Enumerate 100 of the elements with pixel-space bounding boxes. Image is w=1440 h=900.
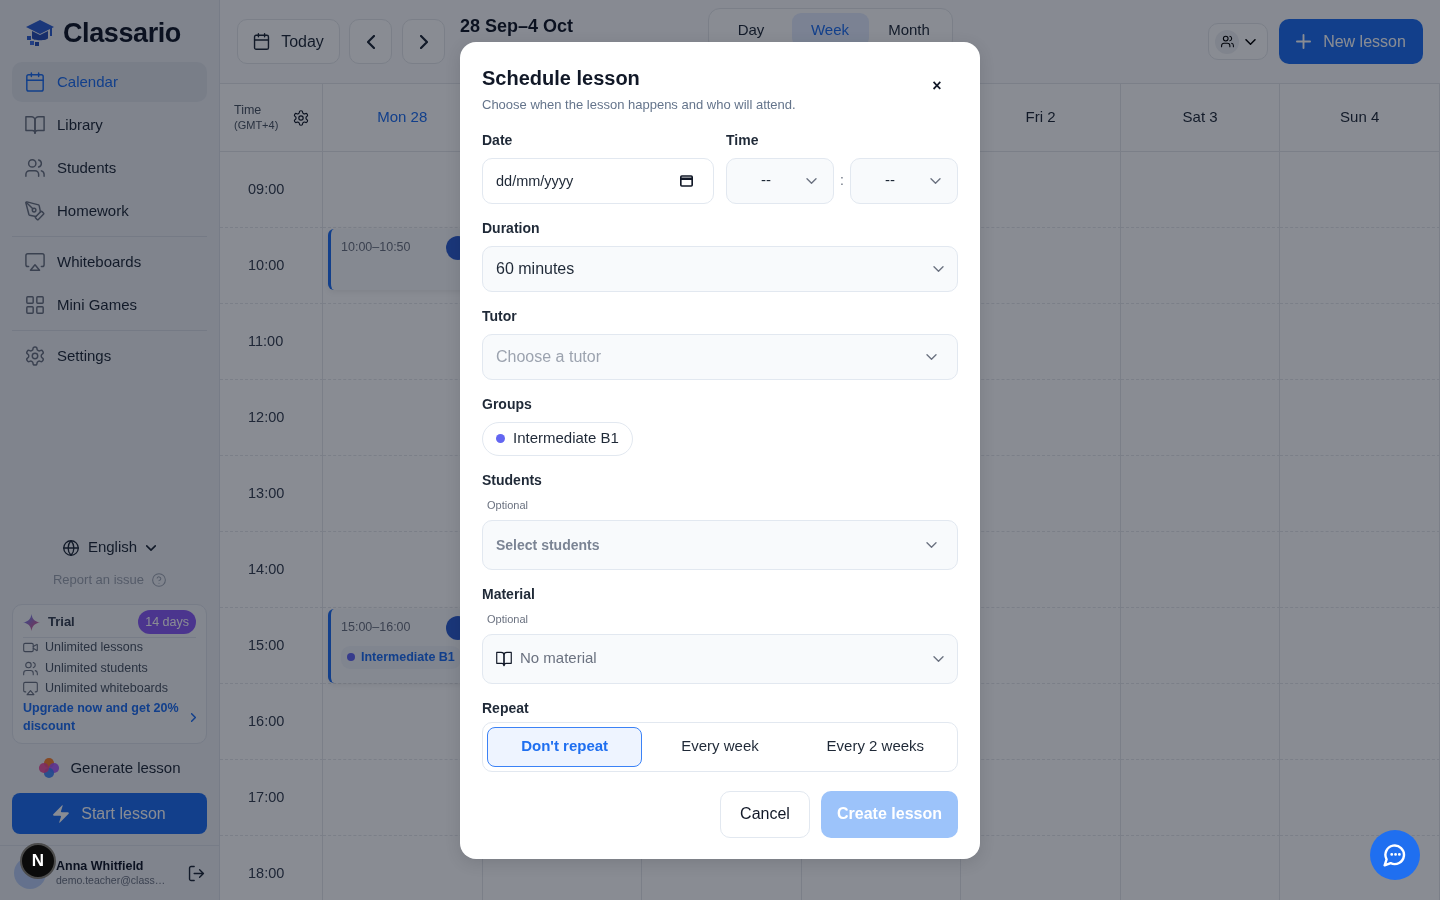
dialog-subtitle: Choose when the lesson happens and who will attend. bbox=[482, 95, 797, 114]
settings-icon bbox=[293, 109, 309, 126]
screen-icon bbox=[25, 252, 45, 272]
field-label: Time bbox=[726, 130, 760, 149]
sidebar-item[interactable]: Library bbox=[12, 105, 207, 145]
close-button[interactable]: × bbox=[929, 76, 945, 95]
view-tab[interactable]: Month bbox=[870, 13, 948, 47]
book-icon bbox=[496, 650, 512, 667]
field-label: Date bbox=[482, 130, 514, 149]
group-name: Intermediate B1 bbox=[361, 648, 455, 666]
users-icon bbox=[23, 660, 38, 676]
hour-label: 15:00 bbox=[248, 635, 285, 655]
chevron-down-icon bbox=[926, 541, 937, 548]
tutor-select[interactable]: Choose a tutor bbox=[482, 333, 958, 380]
event-time: 10:00–10:50 bbox=[341, 239, 411, 256]
previous-button[interactable] bbox=[349, 19, 392, 64]
chevron-left-icon bbox=[366, 34, 375, 49]
hour-label: 16:00 bbox=[248, 711, 285, 731]
day-header: Fri 2 bbox=[1025, 107, 1056, 128]
chevron-down-icon bbox=[806, 177, 817, 184]
book-icon bbox=[25, 115, 45, 135]
chat-icon bbox=[1383, 843, 1407, 867]
date-range-title: 28 Sep–4 Oct bbox=[460, 16, 574, 37]
users-icon bbox=[1220, 35, 1234, 48]
calendar-icon bbox=[253, 33, 271, 50]
day-header: Sun 4 bbox=[1340, 107, 1380, 128]
generate-lesson-button[interactable]: Generate lesson bbox=[38, 756, 181, 780]
start-lesson-button[interactable]: Start lesson bbox=[12, 793, 207, 834]
chevron-down-icon bbox=[930, 177, 941, 184]
hour-select[interactable]: -- bbox=[726, 157, 834, 204]
dialog-title: Schedule lesson bbox=[482, 65, 641, 90]
field-label: Tutor bbox=[482, 306, 518, 325]
feature-text: Unlimited whiteboards bbox=[45, 680, 168, 698]
globe-icon bbox=[62, 539, 79, 556]
plus-icon bbox=[1296, 34, 1312, 49]
time-separator: : bbox=[839, 171, 845, 190]
group-chip[interactable]: Intermediate B1 bbox=[482, 421, 633, 456]
calendar-icon bbox=[680, 174, 693, 187]
chevron-right-icon bbox=[419, 34, 428, 49]
day-header: Mon 28 bbox=[377, 107, 428, 128]
repeat-option[interactable]: Every week bbox=[642, 726, 798, 767]
participants-filter-button[interactable] bbox=[1208, 23, 1268, 60]
minute-select[interactable]: -- bbox=[850, 157, 958, 204]
logout-button[interactable] bbox=[188, 864, 205, 882]
repeat-option[interactable]: Don't repeat bbox=[487, 726, 643, 767]
hour-label: 18:00 bbox=[248, 863, 285, 883]
field-label: Repeat bbox=[482, 698, 530, 717]
feature-text: Unlimited students bbox=[45, 659, 148, 677]
upgrade-link[interactable]: Upgrade now and get 20% discount bbox=[23, 699, 196, 735]
calendar-icon bbox=[25, 72, 45, 92]
field-label: Students bbox=[482, 470, 543, 489]
hour-label: 17:00 bbox=[248, 787, 285, 807]
new-lesson-button[interactable]: New lesson bbox=[1279, 19, 1423, 64]
next-button[interactable] bbox=[402, 19, 445, 64]
help-icon bbox=[152, 572, 167, 587]
hour-label: 14:00 bbox=[248, 559, 285, 579]
lightning-icon bbox=[53, 804, 70, 823]
screen-icon bbox=[23, 681, 38, 697]
chevron-down-icon bbox=[926, 353, 937, 360]
sidebar-item[interactable]: Calendar bbox=[12, 62, 207, 102]
language-selector[interactable]: English bbox=[62, 536, 157, 559]
date-field[interactable]: dd/mm/yyyy bbox=[482, 157, 714, 204]
view-tab[interactable]: Day bbox=[712, 13, 790, 47]
grid-icon bbox=[25, 295, 45, 315]
sidebar-item[interactable]: Settings bbox=[12, 336, 207, 376]
pen-nib-icon bbox=[25, 201, 45, 221]
cancel-button[interactable]: Cancel bbox=[720, 790, 810, 838]
sidebar-item[interactable]: Homework bbox=[12, 191, 207, 231]
material-select[interactable]: No material bbox=[482, 633, 958, 684]
today-button[interactable]: Today bbox=[237, 19, 340, 64]
chevron-down-icon bbox=[146, 544, 157, 551]
users-icon bbox=[25, 158, 45, 178]
hour-label: 10:00 bbox=[248, 255, 285, 275]
hour-label: 11:00 bbox=[248, 331, 284, 351]
chevron-right-icon bbox=[191, 712, 196, 722]
user-name: Anna Whitfield bbox=[56, 858, 145, 875]
flower-icon bbox=[38, 757, 61, 779]
graduation-cap-icon bbox=[25, 19, 55, 47]
hour-label: 09:00 bbox=[248, 179, 285, 199]
avatar-icon bbox=[445, 236, 460, 260]
students-select[interactable]: Select students bbox=[482, 519, 958, 570]
feature-text: Unlimited lessons bbox=[45, 639, 143, 657]
hour-label: 13:00 bbox=[248, 483, 285, 503]
sidebar-item[interactable]: Whiteboards bbox=[12, 242, 207, 282]
duration-select[interactable]: 60 minutes bbox=[482, 245, 958, 292]
sidebar-item[interactable]: Mini Games bbox=[12, 285, 207, 325]
brand-name: Classario bbox=[63, 19, 181, 47]
time-column-label: Time bbox=[234, 102, 263, 119]
chevron-down-icon bbox=[1245, 38, 1256, 45]
chevron-down-icon bbox=[933, 265, 944, 272]
hour-label: 12:00 bbox=[248, 407, 285, 427]
sidebar-item[interactable]: Students bbox=[12, 148, 207, 188]
timezone-label: (GMT+4) bbox=[234, 118, 279, 133]
sparkle-icon bbox=[23, 613, 40, 631]
field-hint: Optional bbox=[486, 611, 529, 626]
field-label: Groups bbox=[482, 394, 533, 413]
repeat-option[interactable]: Every 2 weeks bbox=[797, 726, 953, 767]
day-header: Sat 3 bbox=[1182, 107, 1218, 128]
field-label: Material bbox=[482, 584, 536, 603]
settings-icon bbox=[25, 346, 45, 366]
